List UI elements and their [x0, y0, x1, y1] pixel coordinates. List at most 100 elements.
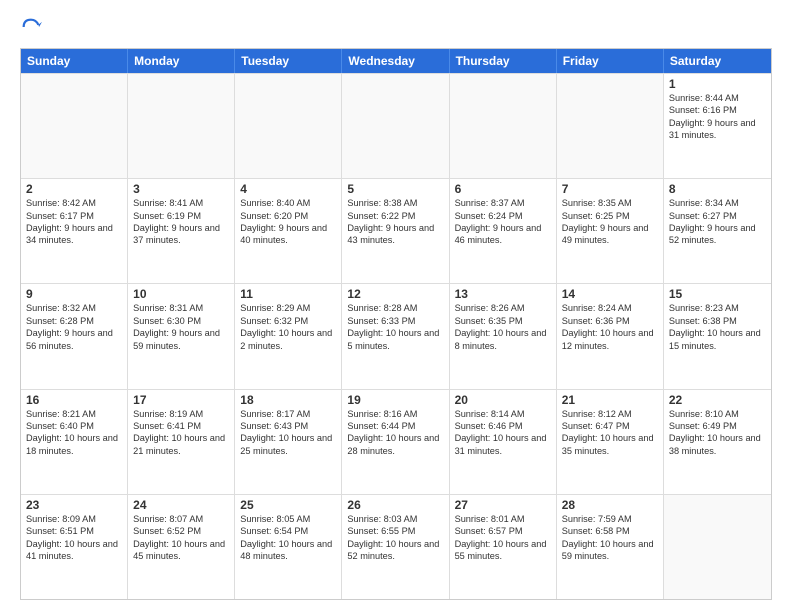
day-number: 3 [133, 182, 229, 196]
cal-cell [664, 495, 771, 599]
cal-cell: 22Sunrise: 8:10 AM Sunset: 6:49 PM Dayli… [664, 390, 771, 494]
cell-info: Sunrise: 8:28 AM Sunset: 6:33 PM Dayligh… [347, 302, 443, 352]
week-row-4: 16Sunrise: 8:21 AM Sunset: 6:40 PM Dayli… [21, 389, 771, 494]
cal-cell: 23Sunrise: 8:09 AM Sunset: 6:51 PM Dayli… [21, 495, 128, 599]
cal-cell: 28Sunrise: 7:59 AM Sunset: 6:58 PM Dayli… [557, 495, 664, 599]
day-number: 25 [240, 498, 336, 512]
day-number: 1 [669, 77, 766, 91]
cal-cell: 26Sunrise: 8:03 AM Sunset: 6:55 PM Dayli… [342, 495, 449, 599]
cell-info: Sunrise: 8:34 AM Sunset: 6:27 PM Dayligh… [669, 197, 766, 247]
cell-info: Sunrise: 8:32 AM Sunset: 6:28 PM Dayligh… [26, 302, 122, 352]
cal-cell: 6Sunrise: 8:37 AM Sunset: 6:24 PM Daylig… [450, 179, 557, 283]
cal-cell: 17Sunrise: 8:19 AM Sunset: 6:41 PM Dayli… [128, 390, 235, 494]
cal-cell [342, 74, 449, 178]
logo-icon [20, 16, 42, 38]
cal-cell: 24Sunrise: 8:07 AM Sunset: 6:52 PM Dayli… [128, 495, 235, 599]
cell-info: Sunrise: 8:07 AM Sunset: 6:52 PM Dayligh… [133, 513, 229, 563]
cal-cell: 10Sunrise: 8:31 AM Sunset: 6:30 PM Dayli… [128, 284, 235, 388]
cal-cell [21, 74, 128, 178]
day-number: 18 [240, 393, 336, 407]
cal-cell: 14Sunrise: 8:24 AM Sunset: 6:36 PM Dayli… [557, 284, 664, 388]
col-header-tuesday: Tuesday [235, 49, 342, 73]
col-header-wednesday: Wednesday [342, 49, 449, 73]
day-number: 8 [669, 182, 766, 196]
calendar-page: SundayMondayTuesdayWednesdayThursdayFrid… [0, 0, 792, 612]
cell-info: Sunrise: 8:40 AM Sunset: 6:20 PM Dayligh… [240, 197, 336, 247]
week-row-5: 23Sunrise: 8:09 AM Sunset: 6:51 PM Dayli… [21, 494, 771, 599]
cal-cell: 11Sunrise: 8:29 AM Sunset: 6:32 PM Dayli… [235, 284, 342, 388]
cal-cell [557, 74, 664, 178]
cell-info: Sunrise: 7:59 AM Sunset: 6:58 PM Dayligh… [562, 513, 658, 563]
cell-info: Sunrise: 8:23 AM Sunset: 6:38 PM Dayligh… [669, 302, 766, 352]
cal-cell: 19Sunrise: 8:16 AM Sunset: 6:44 PM Dayli… [342, 390, 449, 494]
cal-cell: 21Sunrise: 8:12 AM Sunset: 6:47 PM Dayli… [557, 390, 664, 494]
cal-cell: 12Sunrise: 8:28 AM Sunset: 6:33 PM Dayli… [342, 284, 449, 388]
cell-info: Sunrise: 8:14 AM Sunset: 6:46 PM Dayligh… [455, 408, 551, 458]
cal-cell: 2Sunrise: 8:42 AM Sunset: 6:17 PM Daylig… [21, 179, 128, 283]
cell-info: Sunrise: 8:35 AM Sunset: 6:25 PM Dayligh… [562, 197, 658, 247]
calendar: SundayMondayTuesdayWednesdayThursdayFrid… [20, 48, 772, 600]
day-number: 9 [26, 287, 122, 301]
cell-info: Sunrise: 8:38 AM Sunset: 6:22 PM Dayligh… [347, 197, 443, 247]
cal-cell [128, 74, 235, 178]
cal-cell: 4Sunrise: 8:40 AM Sunset: 6:20 PM Daylig… [235, 179, 342, 283]
cal-cell: 15Sunrise: 8:23 AM Sunset: 6:38 PM Dayli… [664, 284, 771, 388]
day-number: 21 [562, 393, 658, 407]
cal-cell [235, 74, 342, 178]
day-number: 22 [669, 393, 766, 407]
day-number: 23 [26, 498, 122, 512]
cell-info: Sunrise: 8:05 AM Sunset: 6:54 PM Dayligh… [240, 513, 336, 563]
cell-info: Sunrise: 8:29 AM Sunset: 6:32 PM Dayligh… [240, 302, 336, 352]
day-number: 20 [455, 393, 551, 407]
cell-info: Sunrise: 8:21 AM Sunset: 6:40 PM Dayligh… [26, 408, 122, 458]
col-header-friday: Friday [557, 49, 664, 73]
day-number: 26 [347, 498, 443, 512]
day-number: 24 [133, 498, 229, 512]
col-header-monday: Monday [128, 49, 235, 73]
day-number: 12 [347, 287, 443, 301]
day-number: 27 [455, 498, 551, 512]
day-number: 11 [240, 287, 336, 301]
cell-info: Sunrise: 8:31 AM Sunset: 6:30 PM Dayligh… [133, 302, 229, 352]
cal-cell: 1Sunrise: 8:44 AM Sunset: 6:16 PM Daylig… [664, 74, 771, 178]
day-number: 15 [669, 287, 766, 301]
day-number: 4 [240, 182, 336, 196]
day-number: 19 [347, 393, 443, 407]
day-number: 2 [26, 182, 122, 196]
calendar-body: 1Sunrise: 8:44 AM Sunset: 6:16 PM Daylig… [21, 73, 771, 599]
calendar-header: SundayMondayTuesdayWednesdayThursdayFrid… [21, 49, 771, 73]
cell-info: Sunrise: 8:26 AM Sunset: 6:35 PM Dayligh… [455, 302, 551, 352]
col-header-saturday: Saturday [664, 49, 771, 73]
week-row-2: 2Sunrise: 8:42 AM Sunset: 6:17 PM Daylig… [21, 178, 771, 283]
cell-info: Sunrise: 8:24 AM Sunset: 6:36 PM Dayligh… [562, 302, 658, 352]
cell-info: Sunrise: 8:16 AM Sunset: 6:44 PM Dayligh… [347, 408, 443, 458]
cal-cell: 8Sunrise: 8:34 AM Sunset: 6:27 PM Daylig… [664, 179, 771, 283]
cell-info: Sunrise: 8:10 AM Sunset: 6:49 PM Dayligh… [669, 408, 766, 458]
cell-info: Sunrise: 8:12 AM Sunset: 6:47 PM Dayligh… [562, 408, 658, 458]
logo [20, 16, 46, 38]
cell-info: Sunrise: 8:09 AM Sunset: 6:51 PM Dayligh… [26, 513, 122, 563]
day-number: 6 [455, 182, 551, 196]
col-header-sunday: Sunday [21, 49, 128, 73]
day-number: 5 [347, 182, 443, 196]
col-header-thursday: Thursday [450, 49, 557, 73]
cal-cell: 20Sunrise: 8:14 AM Sunset: 6:46 PM Dayli… [450, 390, 557, 494]
day-number: 10 [133, 287, 229, 301]
cell-info: Sunrise: 8:42 AM Sunset: 6:17 PM Dayligh… [26, 197, 122, 247]
cal-cell: 5Sunrise: 8:38 AM Sunset: 6:22 PM Daylig… [342, 179, 449, 283]
cal-cell: 3Sunrise: 8:41 AM Sunset: 6:19 PM Daylig… [128, 179, 235, 283]
week-row-3: 9Sunrise: 8:32 AM Sunset: 6:28 PM Daylig… [21, 283, 771, 388]
cell-info: Sunrise: 8:03 AM Sunset: 6:55 PM Dayligh… [347, 513, 443, 563]
day-number: 7 [562, 182, 658, 196]
day-number: 28 [562, 498, 658, 512]
day-number: 14 [562, 287, 658, 301]
cell-info: Sunrise: 8:19 AM Sunset: 6:41 PM Dayligh… [133, 408, 229, 458]
day-number: 13 [455, 287, 551, 301]
week-row-1: 1Sunrise: 8:44 AM Sunset: 6:16 PM Daylig… [21, 73, 771, 178]
cal-cell: 25Sunrise: 8:05 AM Sunset: 6:54 PM Dayli… [235, 495, 342, 599]
cell-info: Sunrise: 8:01 AM Sunset: 6:57 PM Dayligh… [455, 513, 551, 563]
page-header [20, 16, 772, 38]
cal-cell: 13Sunrise: 8:26 AM Sunset: 6:35 PM Dayli… [450, 284, 557, 388]
cal-cell: 18Sunrise: 8:17 AM Sunset: 6:43 PM Dayli… [235, 390, 342, 494]
cal-cell: 16Sunrise: 8:21 AM Sunset: 6:40 PM Dayli… [21, 390, 128, 494]
